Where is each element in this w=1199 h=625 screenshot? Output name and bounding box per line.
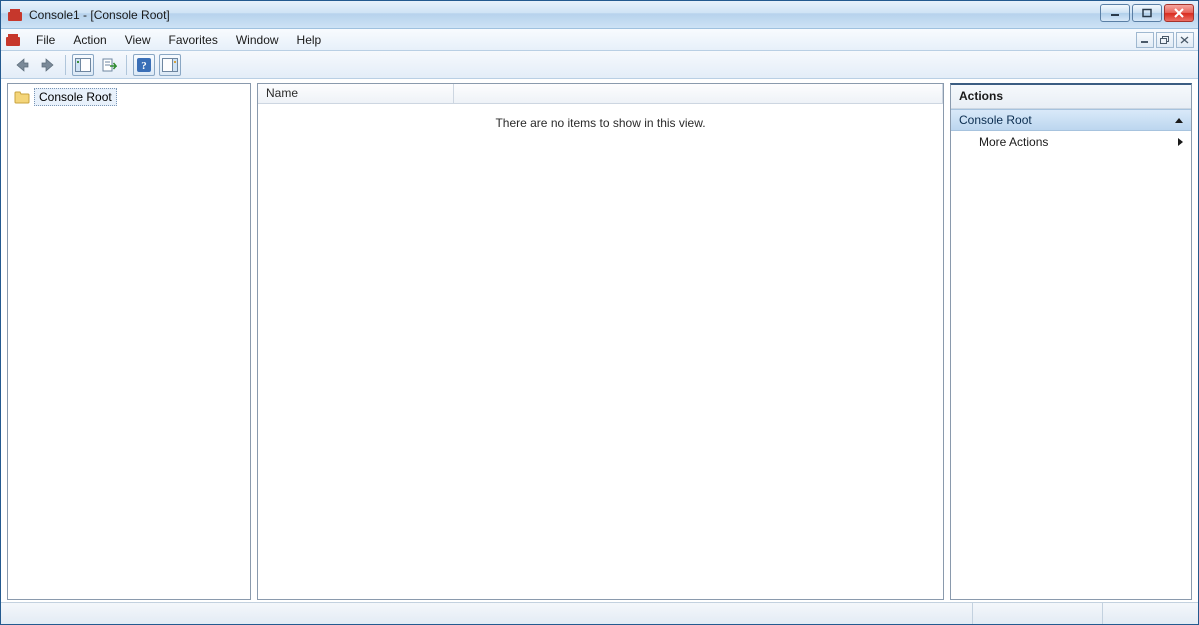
window-title: Console1 - [Console Root] xyxy=(29,8,170,22)
results-list-pane[interactable]: Name There are no items to show in this … xyxy=(257,83,944,600)
minimize-button[interactable] xyxy=(1100,4,1130,22)
menu-help[interactable]: Help xyxy=(288,29,331,50)
status-main xyxy=(1,603,972,624)
action-pane-icon xyxy=(162,58,178,72)
column-header-name[interactable]: Name xyxy=(258,84,454,103)
folder-icon xyxy=(14,90,30,104)
toolbar-show-action-pane-button[interactable] xyxy=(159,54,181,76)
list-empty-message: There are no items to show in this view. xyxy=(258,104,943,130)
title-bar[interactable]: Console1 - [Console Root] xyxy=(1,1,1198,29)
console-tree-pane[interactable]: Console Root xyxy=(7,83,251,600)
collapse-arrow-icon xyxy=(1175,118,1183,123)
column-header-spacer[interactable] xyxy=(454,84,943,103)
maximize-button[interactable] xyxy=(1132,4,1162,22)
mmc-app-icon xyxy=(7,7,23,23)
maximize-icon xyxy=(1141,8,1153,18)
toolbar-show-tree-button[interactable] xyxy=(72,54,94,76)
mdi-child-icon[interactable] xyxy=(5,32,21,48)
status-cell-2 xyxy=(1102,603,1198,624)
actions-item-label: More Actions xyxy=(979,135,1048,149)
toolbar-back-button[interactable] xyxy=(11,54,33,76)
client-area: Console Root Name There are no items to … xyxy=(1,79,1198,602)
mdi-close-button[interactable] xyxy=(1176,32,1194,48)
toolbar-separator xyxy=(126,55,127,75)
toolbar: ? xyxy=(1,51,1198,79)
mdi-minimize-button[interactable] xyxy=(1136,32,1154,48)
submenu-arrow-icon xyxy=(1178,138,1183,146)
forward-arrow-icon xyxy=(40,57,56,73)
actions-pane: Actions Console Root More Actions xyxy=(950,83,1192,600)
menu-bar: File Action View Favorites Window Help xyxy=(1,29,1198,51)
menu-file[interactable]: File xyxy=(27,29,64,50)
list-header: Name xyxy=(258,84,943,104)
menu-favorites[interactable]: Favorites xyxy=(160,29,227,50)
tree-node-label: Console Root xyxy=(34,88,117,106)
close-icon xyxy=(1173,8,1185,18)
back-arrow-icon xyxy=(14,57,30,73)
toolbar-forward-button[interactable] xyxy=(37,54,59,76)
mdi-minimize-icon xyxy=(1140,36,1150,44)
mdi-restore-button[interactable] xyxy=(1156,32,1174,48)
toolbar-help-button[interactable]: ? xyxy=(133,54,155,76)
status-bar xyxy=(1,602,1198,624)
svg-text:?: ? xyxy=(141,60,147,72)
menu-view[interactable]: View xyxy=(116,29,160,50)
status-cell-1 xyxy=(972,603,1102,624)
close-button[interactable] xyxy=(1164,4,1194,22)
actions-pane-title: Actions xyxy=(951,85,1191,109)
tree-node-console-root[interactable]: Console Root xyxy=(14,88,250,106)
export-list-icon xyxy=(101,57,117,73)
help-icon: ? xyxy=(136,57,152,73)
actions-more-actions[interactable]: More Actions xyxy=(951,131,1191,153)
actions-group-header[interactable]: Console Root xyxy=(951,109,1191,131)
mmc-window: Console1 - [Console Root] File Action xyxy=(0,0,1199,625)
console-tree-icon xyxy=(75,58,91,72)
toolbar-export-list-button[interactable] xyxy=(98,54,120,76)
actions-group-label: Console Root xyxy=(959,113,1032,127)
menu-window[interactable]: Window xyxy=(227,29,288,50)
minimize-icon xyxy=(1109,8,1121,18)
window-controls xyxy=(1098,4,1194,22)
toolbar-separator xyxy=(65,55,66,75)
mdi-controls xyxy=(1134,32,1194,48)
menu-action[interactable]: Action xyxy=(64,29,115,50)
mdi-close-icon xyxy=(1180,36,1190,44)
mdi-restore-icon xyxy=(1160,36,1170,44)
